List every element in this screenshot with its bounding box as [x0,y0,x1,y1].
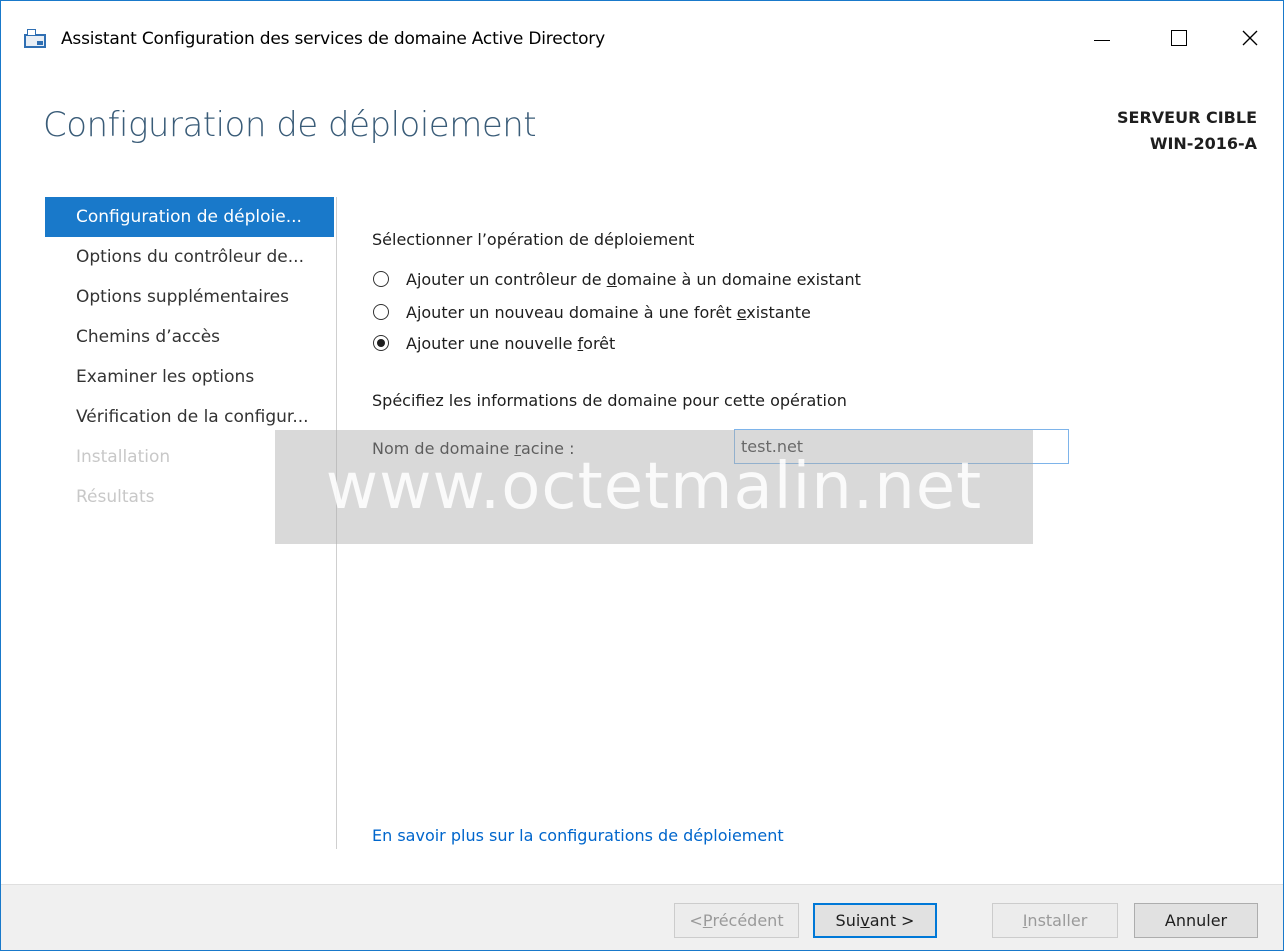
install-button[interactable]: Installer [992,903,1118,938]
close-icon [1242,30,1258,46]
nav-item-installation: Installation [76,447,171,467]
nav-item-prerequisites-check[interactable]: Vérification de la configur... [45,397,334,437]
maximize-icon [1171,30,1187,46]
close-button[interactable] [1227,19,1273,57]
maximize-button[interactable] [1156,19,1202,57]
option-add-domain-existing-forest[interactable]: Ajouter un nouveau domaine à une forêt e… [373,300,811,324]
option-add-new-forest[interactable]: Ajouter une nouvelle forêt [373,331,615,355]
nav-item-dc-options[interactable]: Options du contrôleur de... [45,237,334,277]
ad-wizard-icon [24,29,46,48]
nav-item-additional-options[interactable]: Options supplémentaires [45,277,334,317]
root-domain-label: Nom de domaine racine : [372,439,575,458]
learn-more-link[interactable]: En savoir plus sur la configurations de … [372,826,784,845]
wizard-window: Assistant Configuration des services de … [0,0,1284,951]
cancel-button[interactable]: Annuler [1134,903,1258,938]
nav-item-deployment-configuration[interactable]: Configuration de déploie... [45,197,334,237]
domain-info-heading: Spécifiez les informations de domaine po… [372,391,847,410]
next-button[interactable]: Sui v ant > [813,903,937,938]
nav-item-review-options[interactable]: Examiner les options [45,357,334,397]
title-bar[interactable]: Assistant Configuration des services de … [1,1,1283,77]
operation-heading: Sélectionner l’opération de déploiement [372,230,695,249]
nav-divider [336,197,337,849]
option-label: Ajouter un nouveau domaine à une forêt e… [406,302,811,322]
radio-button[interactable] [373,271,389,287]
nav-item-paths[interactable]: Chemins d’accès [45,317,334,357]
radio-button-checked[interactable] [373,335,389,351]
target-server-name: WIN-2016-A [1149,134,1257,153]
wizard-nav: Configuration de déploie... Options du c… [45,197,334,517]
minimize-icon [1094,39,1110,41]
option-label: Ajouter une nouvelle forêt [406,333,616,353]
option-label: Ajouter un contrôleur de domaine à un do… [406,269,861,289]
root-domain-input[interactable] [734,429,1069,464]
minimize-button[interactable] [1079,19,1125,57]
radio-button[interactable] [373,304,389,320]
previous-button[interactable]: < Précédent [674,903,799,938]
footer-bar: < Précédent Sui v ant > Installer Annuler [1,884,1283,950]
window-title: Assistant Configuration des services de … [61,29,605,49]
target-server: SERVEUR CIBLE WIN-2016-A [1117,105,1257,157]
option-add-dc-existing-domain[interactable]: Ajouter un contrôleur de domaine à un do… [373,267,861,291]
nav-item-results: Résultats [76,487,155,507]
target-server-label: SERVEUR CIBLE [1117,108,1257,127]
page-title: Configuration de déploiement [43,105,537,145]
